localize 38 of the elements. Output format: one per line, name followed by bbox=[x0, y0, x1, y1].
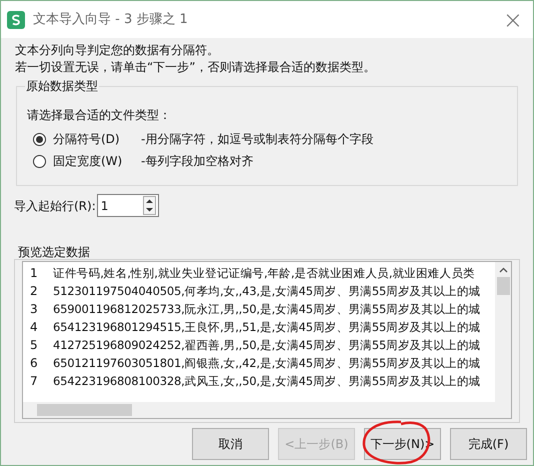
row-number: 1 bbox=[29, 265, 39, 281]
spinner-arrows-icon[interactable] bbox=[142, 196, 156, 215]
row-number: 7 bbox=[29, 373, 39, 389]
scroll-up-icon[interactable] bbox=[498, 267, 508, 273]
row-text: 412725196809024252,翟西善,男,,50,是,女满45周岁、男满55周岁及其以上的城 bbox=[53, 337, 481, 353]
option-description: -每列字段加空格对齐 bbox=[141, 153, 254, 169]
prompt-text: 请选择最合适的文件类型： bbox=[27, 107, 171, 123]
window-title: 文本导入向导 - 3 步骤之 1 bbox=[33, 12, 188, 28]
scrollbar-thumb[interactable] bbox=[37, 404, 132, 416]
row-number: 3 bbox=[29, 301, 39, 317]
radio-button[interactable] bbox=[33, 132, 46, 146]
row-number: 2 bbox=[29, 283, 39, 299]
row-text: 512301197504040505,何孝均,女,,43,是,女满45周岁、男满55周岁及其以上的城 bbox=[53, 283, 481, 299]
option-description: -用分隔字符，如逗号或制表符分隔每个字段 bbox=[141, 131, 374, 147]
start-row-label: 导入起始行(R): bbox=[14, 198, 96, 214]
row-text: 650121197603051801,阎银燕,女,,42,是,女满45周岁、男满55周岁及其以上的城 bbox=[53, 355, 481, 371]
horizontal-scrollbar[interactable] bbox=[23, 402, 511, 418]
instruction-text: 若一切设置无误，请单击“下一步”，否则请选择最合适的数据类型。 bbox=[15, 59, 376, 76]
group-title: 原始数据类型 bbox=[25, 78, 99, 94]
wizard-button[interactable]: 完成(F) bbox=[450, 428, 527, 460]
row-number: 5 bbox=[29, 337, 39, 353]
instruction-text: 文本分列向导判定您的数据有分隔符。 bbox=[15, 42, 220, 59]
wizard-button[interactable]: 取消 bbox=[192, 428, 269, 460]
preview-title: 预览选定数据 bbox=[18, 245, 91, 259]
row-text: 654123196801294515,王良怀,男,,51,是,女满45周岁、男满55周岁及其以上的城 bbox=[53, 319, 481, 335]
radio-button[interactable] bbox=[33, 154, 46, 168]
app-logo-icon bbox=[7, 10, 25, 28]
row-text: 659001196812025733,阮永江,男,,50,是,女满45周岁、男满55周岁及其以上的城 bbox=[53, 301, 481, 317]
radio-label[interactable]: 分隔符号(D) bbox=[53, 131, 141, 147]
vertical-scrollbar[interactable] bbox=[495, 262, 511, 402]
row-text: 654223196808100328,武风玉,女,,50,是,女满45周岁、男满55周岁及其以上的城 bbox=[53, 373, 481, 389]
row-number: 4 bbox=[29, 319, 39, 335]
row-text: 证件号码,姓名,性别,就业失业登记证编号,年龄,是否就业困难人员,就业困难人员类 bbox=[53, 265, 475, 281]
scrollbar-thumb[interactable] bbox=[496, 277, 510, 295]
radio-label[interactable]: 固定宽度(W) bbox=[53, 153, 141, 169]
row-number: 6 bbox=[29, 355, 39, 371]
start-row-spinner[interactable]: 1 bbox=[96, 194, 159, 217]
close-button[interactable]: × bbox=[502, 8, 523, 32]
